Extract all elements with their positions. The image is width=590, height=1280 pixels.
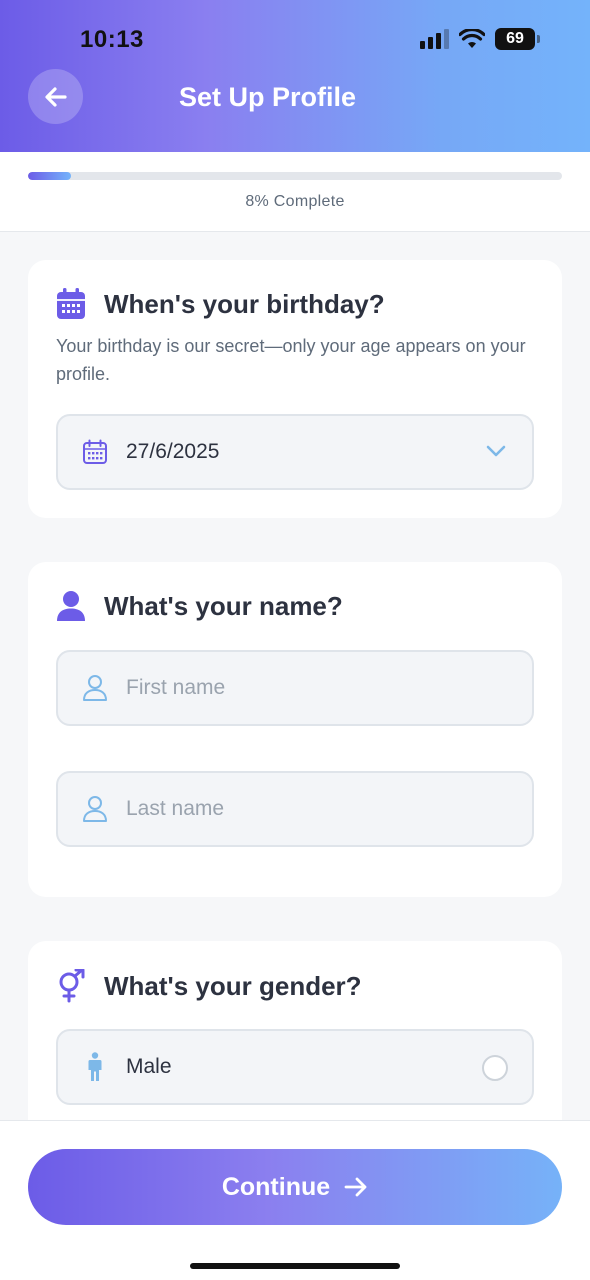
bottom-action-bar: Continue: [0, 1120, 590, 1280]
date-field-icon-wrap: [80, 439, 110, 465]
gender-icon: [59, 969, 85, 1003]
gender-option-label: Male: [126, 1055, 172, 1078]
last-name-field[interactable]: [56, 771, 534, 847]
battery-tip: [537, 35, 540, 43]
name-card-header: What's your name?: [56, 590, 343, 622]
person-outline-icon: [83, 675, 107, 701]
birthday-date-picker[interactable]: 27/6/2025: [56, 414, 534, 490]
home-indicator: [190, 1263, 400, 1269]
arrow-right-icon: [344, 1177, 367, 1197]
person-icon: [57, 591, 85, 621]
last-name-input[interactable]: [126, 797, 486, 821]
first-name-icon-wrap: [80, 674, 110, 702]
cellular-signal-icon: [420, 29, 449, 49]
calendar-outline-icon: [83, 439, 107, 464]
battery-icon: 69: [495, 28, 535, 50]
birthday-date-value: 27/6/2025: [126, 440, 220, 463]
status-icons: 69: [420, 28, 540, 50]
name-card: What's your name?: [28, 562, 562, 897]
last-name-icon-wrap: [80, 795, 110, 823]
wifi-icon: [459, 29, 485, 48]
status-time: 10:13: [80, 26, 144, 53]
page-title: Set Up Profile: [178, 82, 357, 112]
name-title: What's your name?: [104, 590, 343, 621]
continue-label: Continue: [221, 1172, 331, 1201]
birthday-description: Your birthday is our secret—only your ag…: [56, 336, 526, 384]
progress-fill: [28, 172, 71, 180]
gender-option-male[interactable]: Male: [56, 1029, 534, 1105]
birthday-card-header: When's your birthday?: [56, 288, 385, 320]
gender-radio-male[interactable]: [482, 1055, 508, 1081]
gender-card-header: What's your gender?: [56, 969, 362, 1003]
calendar-icon: [57, 288, 85, 319]
progress-bar: [28, 172, 562, 180]
first-name-field[interactable]: [56, 650, 534, 726]
person-outline-icon: [83, 796, 107, 822]
app-header: 10:13 69 Set Up Profile: [0, 0, 590, 152]
progress-label: 8% Complete: [245, 193, 345, 210]
birthday-title: When's your birthday?: [104, 288, 385, 319]
chevron-down-icon: [486, 445, 506, 457]
male-icon-wrap: [80, 1052, 110, 1082]
gender-title: What's your gender?: [104, 970, 362, 1001]
birthday-card: When's your birthday? Your birthday is o…: [28, 260, 562, 518]
continue-button[interactable]: Continue: [28, 1149, 562, 1225]
first-name-input[interactable]: [126, 676, 486, 700]
male-figure-icon: [88, 1052, 102, 1081]
progress-section: 8% Complete: [0, 152, 590, 232]
